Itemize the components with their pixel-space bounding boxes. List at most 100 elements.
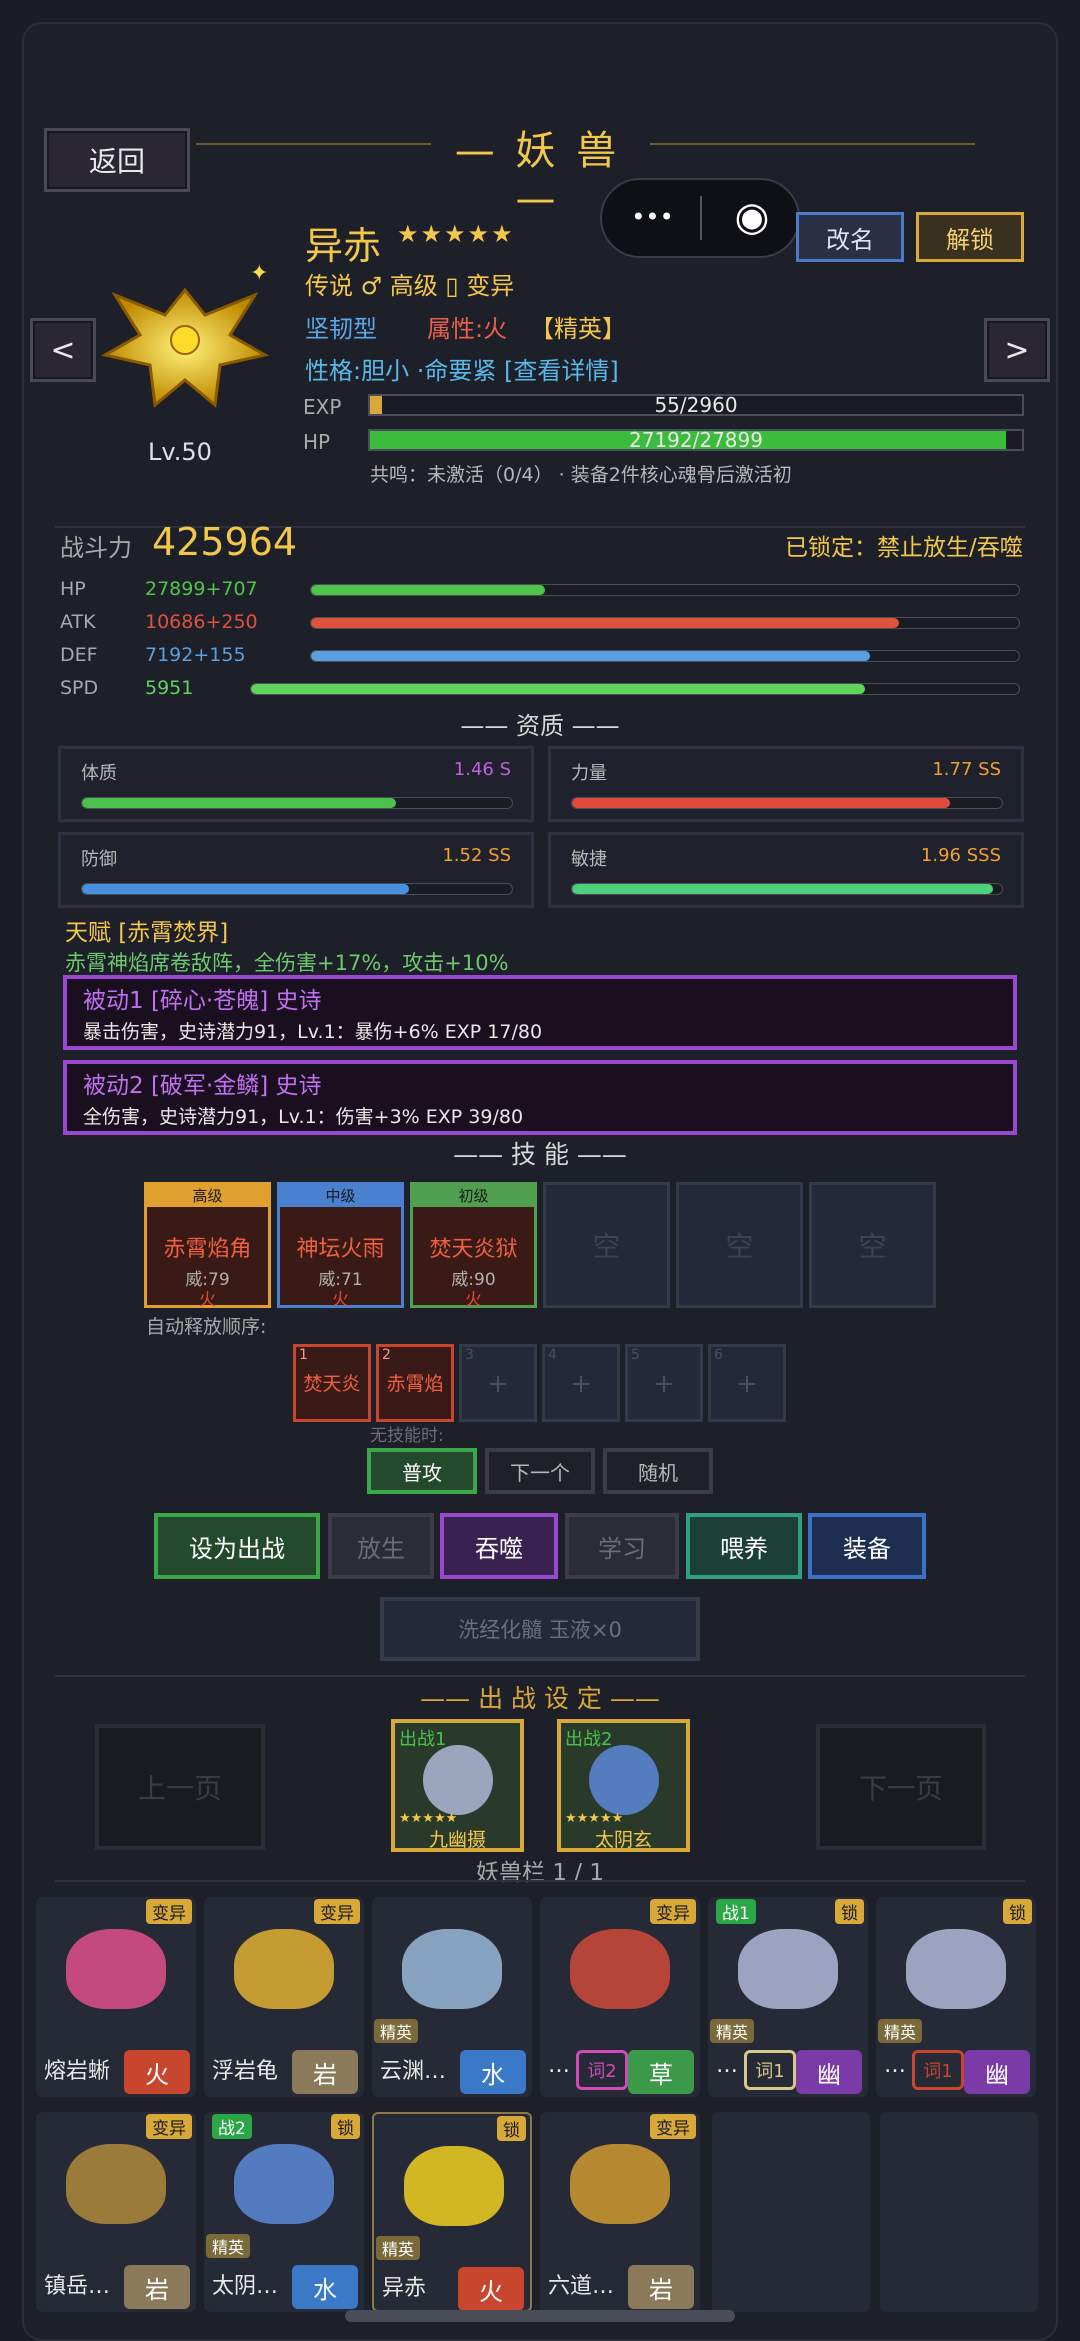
- auto-order-skill: +: [736, 1369, 758, 1399]
- roster-name: 六道…: [548, 2274, 615, 2299]
- aptitude-card: 体质 1.46 S: [58, 746, 534, 822]
- equip-button[interactable]: 装备: [808, 1513, 926, 1579]
- exp-label: EXP: [303, 395, 342, 419]
- feed-button[interactable]: 喂养: [686, 1513, 802, 1579]
- auto-order-slot[interactable]: 3 +: [459, 1344, 537, 1422]
- roster-cell[interactable]: 锁 战2 精英 太阴… 水: [204, 2112, 364, 2312]
- aptitude-bar-fill: [82, 798, 396, 808]
- pet-rarity-line: 传说 ♂ 高级 ▯ 变异: [305, 272, 515, 300]
- wash-button[interactable]: 洗经化髓 玉液×0: [380, 1597, 700, 1661]
- auto-order-skill: 赤霄焰: [386, 1373, 444, 1395]
- battle-slot[interactable]: 出战2 ★★★★★ 太阴玄: [557, 1719, 690, 1852]
- roster-element: 草: [628, 2050, 694, 2094]
- next-pet-button[interactable]: >: [984, 318, 1050, 382]
- skill-grade: 中级: [280, 1185, 401, 1207]
- skill-element: 火: [332, 1290, 349, 1310]
- rename-button[interactable]: 改名: [796, 212, 904, 262]
- auto-order-skill: +: [653, 1369, 675, 1399]
- hp-label: HP: [303, 430, 331, 454]
- stat-name: HP: [60, 578, 86, 600]
- prev-pet-button[interactable]: <: [30, 318, 96, 382]
- passive-card: 被动2 [破军·金鳞] 史诗 全伤害，史诗潜力91，Lv.1：伤害+3% EXP …: [63, 1060, 1017, 1135]
- aptitude-title: —— 资质 ——: [460, 712, 620, 740]
- roster-top-tag: 变异: [146, 1899, 192, 1924]
- auto-order-num: 5: [631, 1347, 640, 1363]
- mode-button[interactable]: 下一个: [485, 1448, 595, 1494]
- auto-order-slot[interactable]: 4 +: [542, 1344, 620, 1422]
- auto-order-slot[interactable]: 6 +: [708, 1344, 786, 1422]
- roster-name: …: [884, 2053, 906, 2078]
- pet-attr: 属性:火: [427, 315, 508, 343]
- battle-next-page[interactable]: 下一页: [816, 1724, 986, 1850]
- release-button[interactable]: 放生: [328, 1513, 434, 1579]
- unlock-button[interactable]: 解锁: [916, 212, 1024, 262]
- stat-name: SPD: [60, 677, 99, 699]
- back-button[interactable]: 返回: [44, 128, 190, 192]
- skill-slot[interactable]: 初级 焚天炎狱 威:90 火: [410, 1182, 537, 1310]
- talent-desc: 赤霄神焰席卷敌阵，全伤害+17%，攻击+10%: [65, 951, 509, 975]
- roster-cell[interactable]: 锁 战1 精英 … 词1 幽: [708, 1897, 868, 2097]
- devour-button[interactable]: 吞噬: [440, 1513, 558, 1579]
- aptitude-bar-fill: [572, 884, 994, 894]
- pet-elite: 【精英】: [530, 315, 626, 343]
- passive-desc: 暴击伤害，史诗潜力91，Lv.1：暴伤+6% EXP 17/80: [83, 1021, 543, 1043]
- skill-name: 焚天炎狱: [429, 1237, 518, 1262]
- battle-prev-page[interactable]: 上一页: [95, 1724, 265, 1850]
- aptitude-bar: [81, 797, 513, 809]
- battle-stars: ★★★★★: [399, 1811, 458, 1826]
- pet-level: Lv.50: [148, 438, 212, 466]
- roster-element: 火: [124, 2050, 190, 2094]
- monster-icon: [234, 2144, 334, 2224]
- roster-cell[interactable]: 变异 … 词2 草: [540, 1897, 700, 2097]
- stat-value: 10686+250: [145, 611, 258, 633]
- roster-name: 太阴…: [212, 2274, 279, 2299]
- pet-personality[interactable]: 性格:胆小 ·命要紧 [查看详情]: [305, 351, 619, 386]
- auto-order-slot[interactable]: 1 焚天炎: [293, 1344, 371, 1422]
- skill-slot-empty[interactable]: 空: [676, 1182, 803, 1308]
- aptitude-bar: [81, 883, 513, 895]
- skill-slot[interactable]: 中级 神坛火雨 威:71 火: [277, 1182, 404, 1310]
- power-value: 425964: [152, 520, 298, 564]
- roster-cell[interactable]: 变异 镇岳… 岩: [36, 2112, 196, 2312]
- skill-slot-empty[interactable]: 空: [543, 1182, 670, 1308]
- roster-cell[interactable]: 变异熔岩蜥火: [36, 1897, 196, 2097]
- roster-element: 火: [458, 2267, 524, 2311]
- divider: [55, 1675, 1025, 1677]
- set-battle-button[interactable]: 设为出战: [154, 1513, 320, 1579]
- auto-order-num: 3: [465, 1347, 474, 1363]
- target-icon[interactable]: ◉: [722, 193, 782, 241]
- dragon-icon: ✦: [100, 261, 270, 408]
- mode-button[interactable]: 普攻: [367, 1448, 477, 1494]
- roster-name: 熔岩蜥: [44, 2059, 111, 2084]
- mode-button[interactable]: 随机: [603, 1448, 713, 1494]
- roster-element: 水: [292, 2265, 358, 2309]
- skill-element: 火: [199, 1290, 216, 1310]
- auto-order-slot[interactable]: 5 +: [625, 1344, 703, 1422]
- roster-cell[interactable]: 锁精英 … 词1 幽: [876, 1897, 1036, 2097]
- roster-cell[interactable]: 变异 浮岩龟岩: [204, 1897, 364, 2097]
- battle-tag: 出战2: [565, 1729, 613, 1750]
- monster-icon: [738, 1929, 838, 2009]
- more-icon[interactable]: •••: [625, 197, 680, 237]
- roster-name: …: [548, 2053, 570, 2078]
- passive-title: 被动1 [碎心·苍魄] 史诗: [83, 988, 322, 1014]
- auto-order-slot[interactable]: 2 赤霄焰: [376, 1344, 454, 1422]
- roster-cell[interactable]: 精英 云渊… 水: [372, 1897, 532, 2097]
- monster-icon: [402, 1929, 502, 2009]
- monster-icon: [234, 1929, 334, 2009]
- no-skill-label: 无技能时:: [370, 1426, 444, 1446]
- stat-value: 7192+155: [145, 644, 246, 666]
- scroll-handle[interactable]: [345, 2310, 735, 2322]
- skill-slot[interactable]: 高级 赤霄焰角 威:79 火: [144, 1182, 271, 1310]
- learn-button[interactable]: 学习: [565, 1513, 679, 1579]
- pet-name: 异赤: [305, 224, 382, 268]
- auto-order-skill: +: [487, 1369, 509, 1399]
- roster-cell[interactable]: 锁精英 异赤 火: [372, 2112, 532, 2312]
- skill-slot-empty[interactable]: 空: [809, 1182, 936, 1308]
- pet-stars: ★★★★★: [397, 220, 515, 248]
- monster-icon: [66, 2144, 166, 2224]
- battle-slot[interactable]: 出战1 ★★★★★ 九幽摄: [391, 1719, 524, 1852]
- header-line-right: [650, 143, 975, 145]
- aptitude-card: 敏捷 1.96 SSS: [548, 832, 1024, 908]
- roster-cell[interactable]: 变异 六道… 岩: [540, 2112, 700, 2312]
